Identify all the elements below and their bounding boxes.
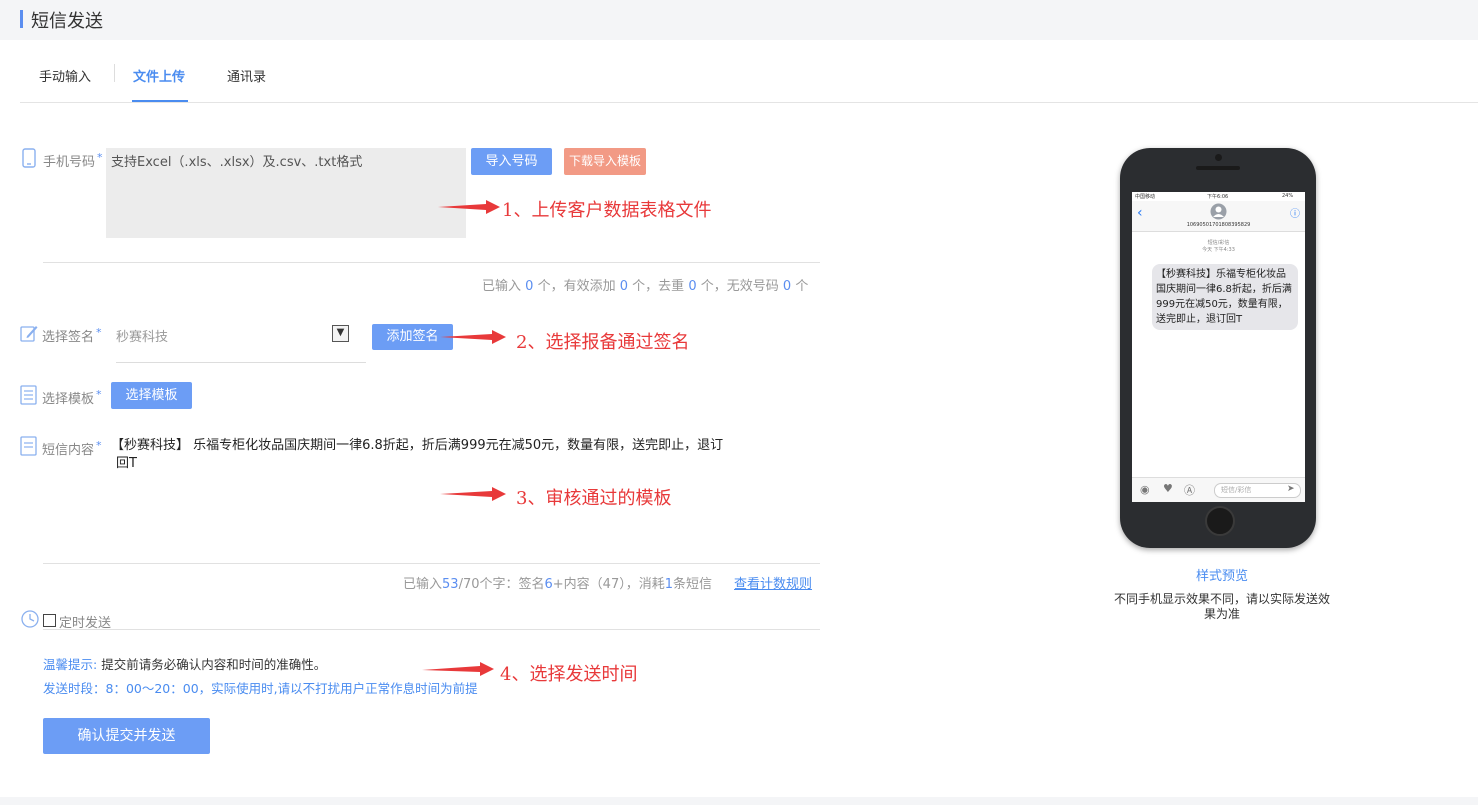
tips-line2: 发送时段：8：00～20：00，实际使用时,请以不打扰用户正常作息时间为前提 [43,681,478,696]
import-stats: 已输入 0 个，有效添加 0 个，去重 0 个，无效号码 0 个 [482,279,809,294]
edit-pen-icon [20,326,38,342]
annotation-arrow-icon [422,662,494,676]
tab-file-upload[interactable]: 文件上传 [133,66,185,85]
sms-content-line1: 【秒赛科技】 乐福专柜化妆品国庆期间一律6.8折起，折后满999元在减50元，数… [111,438,724,453]
preview-title: 样式预览 [1196,569,1249,584]
title-bar: 短信发送 [0,0,1478,40]
app-store-icon: Ⓐ [1184,484,1195,497]
template-label: 选择模板 * [42,388,102,407]
clock-icon [21,610,39,628]
back-chevron-icon: ‹ [1137,205,1143,221]
mobile-phone-icon [22,148,36,168]
phone-number-label: 手机号码 * [43,151,103,170]
tab-manual-input[interactable]: 手动输入 [39,66,91,85]
char-count-stats: 已输入53/70个字：签名6+内容（47），消耗1条短信 [403,577,713,592]
annotation-arrow-icon [440,330,506,344]
carrier-text: 中国移动 [1135,194,1156,200]
sender-number: 1069050170180839​5829 [1186,222,1251,228]
phone-input-placeholder: 支持Excel（.xls、.xlsx）及.csv、.txt格式 [111,155,363,170]
divider [43,262,820,263]
message-input-bar: ◉ ♥ Ⓐ 短信/彩信 ➤ [1132,477,1305,502]
title-accent-bar [20,10,23,28]
document-list-icon [20,385,37,405]
document-text-icon [20,436,37,456]
preview-note: 不同手机显示效果不同，请以实际发送效果为准 [1113,592,1330,621]
phone-number-input[interactable]: 支持Excel（.xls、.xlsx）及.csv、.txt格式 [106,148,466,238]
signature-label: 选择签名 * [42,326,102,345]
status-time: 下午6:06 [1207,194,1229,200]
annotation-schedule: 4、选择发送时间 [500,664,638,685]
import-numbers-button[interactable]: 导入号码 [471,148,552,175]
page-title: 短信发送 [31,11,103,32]
heart-icon: ♥ [1163,482,1173,495]
divider [43,563,820,564]
annotation-arrow-icon [438,200,500,214]
camera-icon [1215,154,1222,161]
sms-content-line2: 回T [116,456,137,471]
info-icon: ⓘ [1290,209,1300,220]
download-template-button[interactable]: 下载导入模板 [564,148,646,175]
tab-contacts[interactable]: 通讯录 [227,66,266,85]
annotation-template: 3、审核通过的模板 [516,488,672,509]
speaker-icon [1196,166,1240,170]
annotation-arrow-icon [440,487,506,501]
signature-select[interactable]: 秒赛科技 ▼ [116,322,366,363]
tab-separator [114,64,115,82]
annotation-signature: 2、选择报备通过签名 [516,332,690,353]
status-bar: 中国移动 下午6:06 24% [1132,192,1305,201]
content-label: 短信内容 * [42,439,102,458]
battery-text: 24% [1282,193,1294,199]
active-tab-indicator [132,100,188,102]
contact-avatar-icon [1210,203,1227,220]
camera-app-icon: ◉ [1140,483,1150,496]
bottom-bar [0,797,1478,805]
message-timestamp: 短信/彩信 今天 下午4:33 [1202,240,1235,253]
count-rules-link[interactable]: 查看计数规则 [734,573,812,592]
schedule-checkbox[interactable] [43,614,56,627]
send-arrow-icon: ➤ [1287,484,1295,494]
home-button [1205,506,1235,536]
chevron-down-icon[interactable]: ▼ [332,325,349,342]
tab-divider [20,102,1478,103]
message-nav: ‹ 1069050170180839​5829 ⓘ [1132,201,1305,232]
phone-preview: 中国移动 下午6:06 24% ‹ 1069050170180839​5829 … [1120,148,1316,548]
message-input: 短信/彩信 ➤ [1214,483,1301,498]
submit-send-button[interactable]: 确认提交并发送 [43,718,210,754]
message-bubble: 【秒赛科技】乐福专柜化妆品国庆期间一律6.8折起，折后满999元在减50元，数量… [1152,264,1298,330]
sms-content-text[interactable]: 【秒赛科技】 乐福专柜化妆品国庆期间一律6.8折起，折后满999元在减50元，数… [111,437,751,473]
annotation-upload: 1、上传客户数据表格文件 [502,200,712,221]
signature-selected-value: 秒赛科技 [116,330,169,345]
tips-line1: 温馨提示: 提交前请务必确认内容和时间的准确性。 [43,657,327,672]
divider [43,629,820,630]
phone-screen: 中国移动 下午6:06 24% ‹ 1069050170180839​5829 … [1132,192,1305,502]
select-template-button[interactable]: 选择模板 [111,382,192,409]
